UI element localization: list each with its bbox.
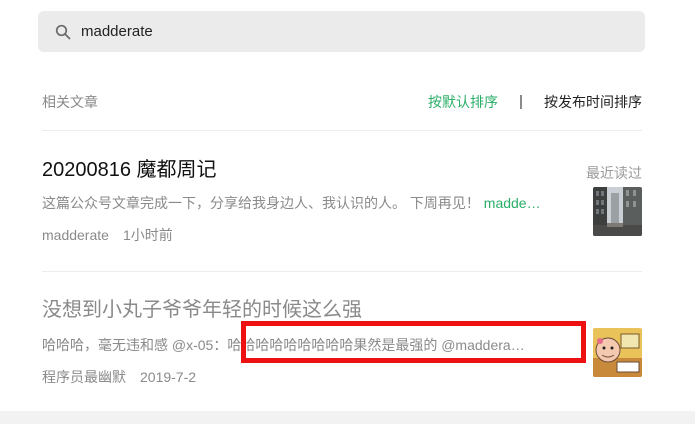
article-time: 2019-7-2	[140, 369, 197, 385]
section-title: 相关文章	[42, 94, 98, 110]
footer-strip	[0, 411, 695, 424]
sort-default-button[interactable]: 按默认排序	[428, 92, 498, 112]
city-street-thumbnail	[593, 187, 642, 236]
divider	[42, 130, 642, 131]
sort-divider	[520, 95, 522, 109]
snippet-text: 这篇公众号文章完成一下，分享给我身边人、我认识的人。 下周再见！	[42, 195, 480, 211]
snippet-keyword-highlight: madde…	[483, 195, 541, 211]
article-time: 1小时前	[122, 227, 173, 243]
article-meta: 程序员最幽默 2019-7-2	[42, 367, 196, 387]
sort-by-time-button[interactable]: 按发布时间排序	[544, 92, 642, 112]
article-title[interactable]: 20200816 魔都周记	[42, 158, 642, 182]
article-source: madderate	[42, 227, 109, 243]
divider	[42, 271, 642, 272]
article-meta: madderate 1小时前	[42, 225, 173, 245]
article-item[interactable]: 20200816 魔都周记 最近读过 这篇公众号文章完成一下，分享给我身边人、我…	[42, 158, 642, 258]
search-input[interactable]	[81, 23, 601, 40]
article-title[interactable]: 没想到小丸子爷爷年轻的时候这么强	[42, 298, 642, 322]
article-snippet: 这篇公众号文章完成一下，分享给我身边人、我认识的人。 下周再见！ madde…	[42, 193, 541, 213]
search-icon	[54, 23, 72, 41]
red-highlight-box	[241, 321, 586, 363]
article-source: 程序员最幽默	[42, 369, 126, 385]
section-header: 相关文章 按默认排序 按发布时间排序	[42, 92, 642, 112]
recent-read-tag: 最近读过	[586, 165, 642, 181]
cartoon-grandpa-thumbnail	[593, 328, 642, 377]
search-bar[interactable]	[38, 11, 645, 52]
